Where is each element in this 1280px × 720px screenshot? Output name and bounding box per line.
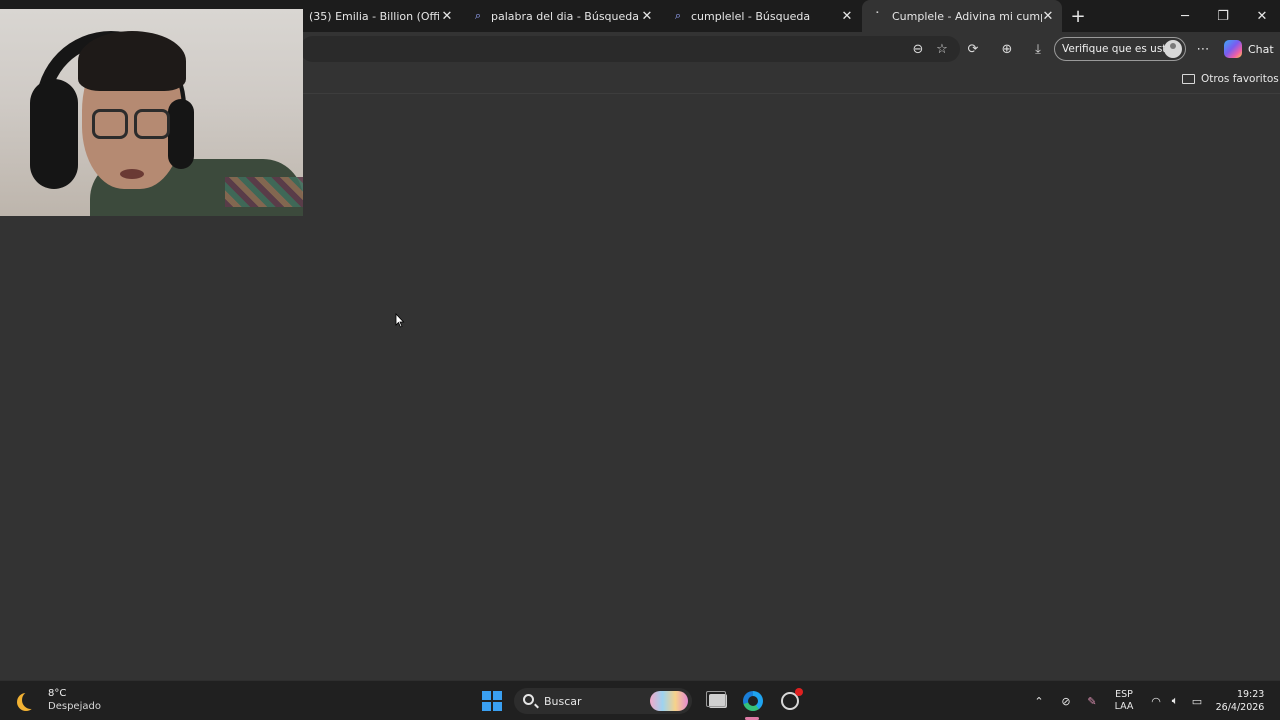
- close-icon[interactable]: ✕: [839, 8, 855, 24]
- new-tab-button[interactable]: +: [1068, 6, 1088, 27]
- clock-date: 26/4/2026: [1215, 702, 1265, 713]
- screen: (35) Emilia - Billion (Official Vi ✕ ⌕ p…: [0, 0, 1280, 720]
- other-favorites-label: Otros favoritos: [1201, 73, 1279, 85]
- extensions-icon[interactable]: ⟳: [962, 40, 984, 58]
- task-view-button[interactable]: [706, 689, 730, 713]
- search-highlight-image: [650, 691, 688, 711]
- tab-title: palabra del dia - Búsqueda: [491, 9, 640, 23]
- close-icon[interactable]: ✕: [439, 8, 455, 24]
- language-code: ESP: [1115, 689, 1133, 700]
- battery-icon[interactable]: ▭: [1186, 681, 1208, 720]
- search-icon: ⌕: [674, 9, 682, 22]
- copilot-label: Chat: [1248, 42, 1274, 56]
- favorite-star-icon[interactable]: ☆: [931, 40, 953, 58]
- search-icon: ⌕: [474, 9, 482, 22]
- glasses-left-lens: [92, 109, 128, 139]
- tab-title: (35) Emilia - Billion (Official Vi: [309, 9, 439, 23]
- wifi-icon[interactable]: ◠: [1147, 681, 1165, 720]
- language-indicator[interactable]: ESP LAA: [1110, 681, 1138, 720]
- close-window-button[interactable]: ✕: [1243, 0, 1280, 32]
- notification-dot: [795, 688, 803, 696]
- chevron-up-icon[interactable]: ⌃: [1030, 681, 1048, 720]
- more-options-icon[interactable]: ⋯: [1192, 40, 1214, 58]
- webcam-overlay: [0, 9, 303, 216]
- task-view-icon: [706, 691, 727, 708]
- downloads-icon[interactable]: ⤓: [1027, 40, 1049, 58]
- volume-icon[interactable]: 🔈︎: [1166, 681, 1184, 720]
- weather-condition: Despejado: [48, 701, 101, 712]
- other-favorites-folder[interactable]: Otros favoritos: [1182, 73, 1279, 85]
- address-bar[interactable]: [300, 36, 960, 62]
- copilot-chat-button[interactable]: Chat: [1224, 40, 1274, 58]
- close-icon[interactable]: ✕: [639, 8, 655, 24]
- profile-verify-button[interactable]: Verifique que es usted: [1054, 37, 1186, 61]
- copilot-icon: [1224, 40, 1242, 58]
- moon-icon: [22, 691, 40, 709]
- glasses-right-lens: [134, 109, 170, 139]
- tab-title: cumplelel - Búsqueda: [691, 9, 811, 23]
- edge-icon: [743, 691, 763, 711]
- edge-taskbar-button[interactable]: [741, 689, 765, 713]
- patterned-cloth: [225, 177, 303, 207]
- zoom-icon[interactable]: ⊖: [907, 40, 929, 58]
- loading-icon: ⠁: [874, 9, 884, 23]
- verify-label: Verifique que es usted: [1062, 43, 1180, 55]
- clock[interactable]: 19:23 26/4/2026: [1212, 681, 1268, 720]
- mouth: [120, 169, 144, 179]
- avatar: [1164, 40, 1182, 58]
- app-taskbar-button[interactable]: [778, 688, 803, 713]
- taskbar-search[interactable]: Buscar: [514, 688, 692, 714]
- tab-youtube[interactable]: (35) Emilia - Billion (Official Vi ✕: [303, 0, 461, 32]
- headphone-right: [168, 99, 194, 169]
- tab-cumplele-active[interactable]: ⠁ Cumplele - Adivina mi cumpleaño ✕: [862, 0, 1062, 32]
- start-button[interactable]: [481, 689, 503, 713]
- tab-title: Cumplele - Adivina mi cumpleaño: [892, 9, 1042, 23]
- pen-icon[interactable]: ✎: [1082, 681, 1102, 720]
- minimize-button[interactable]: ─: [1166, 0, 1204, 32]
- close-icon[interactable]: ✕: [1040, 8, 1056, 24]
- folder-icon: [1182, 74, 1195, 84]
- app-icon: [781, 688, 803, 710]
- collections-icon[interactable]: ⊕: [996, 40, 1018, 58]
- hair: [78, 31, 186, 91]
- headphone-left: [30, 79, 78, 189]
- restore-button[interactable]: ❐: [1204, 0, 1242, 32]
- windows-logo-icon: [482, 691, 502, 711]
- search-icon: [523, 694, 534, 705]
- search-placeholder: Buscar: [544, 694, 582, 708]
- weather-widget[interactable]: 8°C Despejado: [16, 687, 101, 713]
- mouse-cursor-icon: [395, 313, 405, 328]
- tab-cumplelel[interactable]: ⌕ cumplelel - Búsqueda ✕: [665, 0, 861, 32]
- tab-palabra-del-dia[interactable]: ⌕ palabra del dia - Búsqueda ✕: [465, 0, 661, 32]
- notifications-off-icon[interactable]: ⊘: [1056, 681, 1076, 720]
- taskbar: 8°C Despejado Buscar ⌃ ⊘ ✎ ESP LAA ◠ 🔈︎ …: [0, 680, 1280, 720]
- clock-time: 19:23: [1236, 689, 1265, 700]
- weather-temp: 8°C: [48, 688, 67, 699]
- keyboard-layout: LAA: [1114, 701, 1134, 712]
